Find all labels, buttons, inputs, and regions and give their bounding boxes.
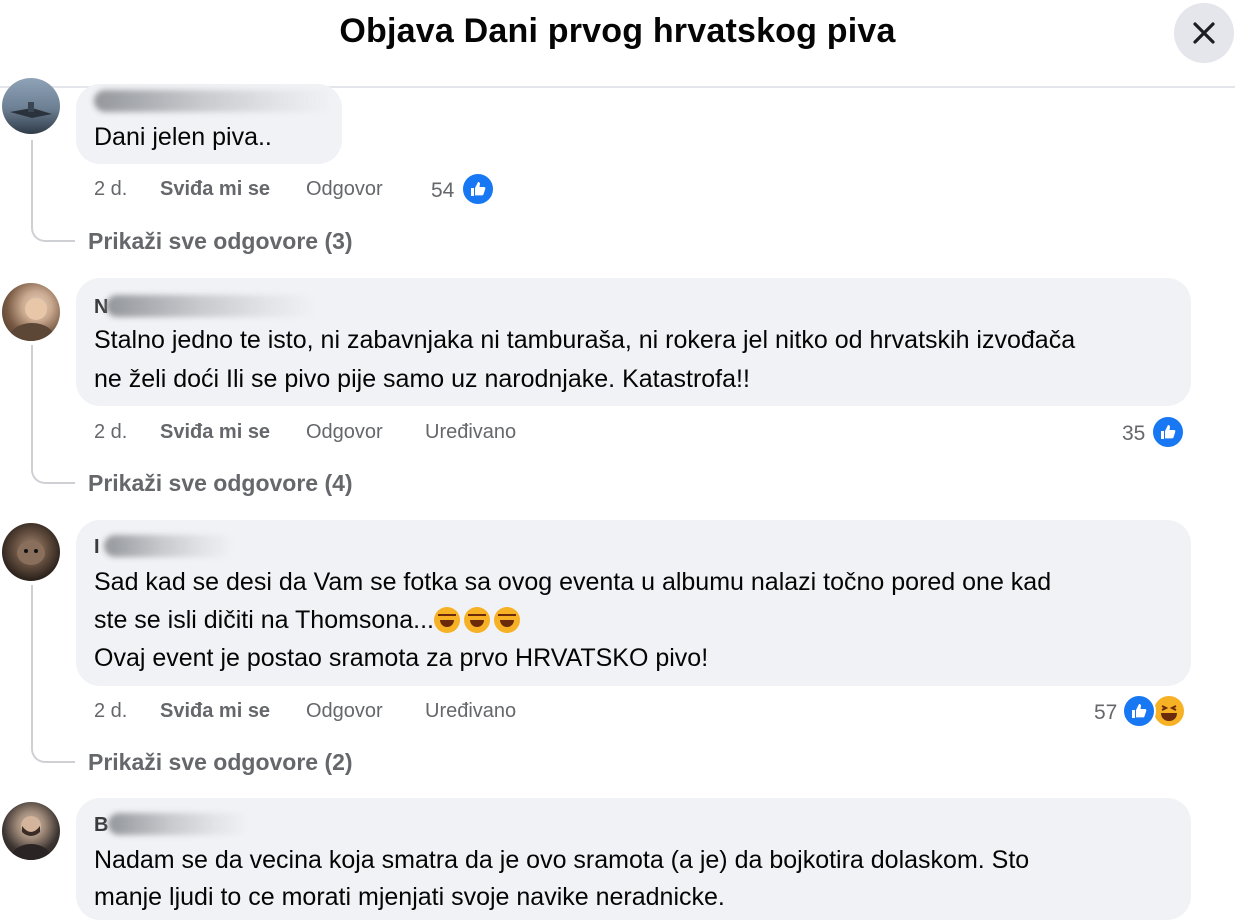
thread-line xyxy=(31,140,75,242)
reply-button[interactable]: Odgovor xyxy=(306,178,383,201)
comment-text-line-3: Ovaj event je postao sramota za prvo HRV… xyxy=(94,644,709,672)
reaction-count[interactable]: 35 xyxy=(1122,422,1145,446)
dialog-title: Objava Dani prvog hrvatskog piva xyxy=(339,12,896,50)
author-name[interactable] xyxy=(104,535,234,557)
comment-bubble: I Sad kad se desi da Vam se fotka sa ovo… xyxy=(76,520,1191,686)
avatar[interactable] xyxy=(2,523,60,581)
thread-line xyxy=(31,345,75,484)
reply-button[interactable]: Odgovor xyxy=(306,700,383,723)
like-button[interactable]: Sviđa mi se xyxy=(160,421,270,444)
comment-time[interactable]: 2 d. xyxy=(94,421,127,444)
comment-time[interactable]: 2 d. xyxy=(94,700,127,723)
edited-label[interactable]: Uređivano xyxy=(425,421,516,444)
comment-text: Dani jelen piva.. xyxy=(94,123,272,151)
comment-bubble: Dani jelen piva.. xyxy=(76,84,342,164)
like-button[interactable]: Sviđa mi se xyxy=(160,700,270,723)
comment-text-line-1: Sad kad se desi da Vam se fotka sa ovog … xyxy=(94,568,1052,596)
author-name[interactable] xyxy=(94,90,334,112)
author-initial[interactable]: B xyxy=(94,814,108,837)
thread-line xyxy=(31,585,75,763)
close-button[interactable] xyxy=(1174,3,1234,63)
reaction-count[interactable]: 57 xyxy=(1094,701,1117,725)
haha-icon xyxy=(1152,694,1186,728)
comment-text-line-2-text: ste se isli dičiti na Thomsona... xyxy=(94,606,434,634)
like-button[interactable]: Sviđa mi se xyxy=(160,178,270,201)
like-icon xyxy=(1151,415,1185,449)
avatar[interactable] xyxy=(2,78,60,134)
comment-text-line-2: manje ljudi to ce morati mjenjati svoje … xyxy=(94,883,725,911)
rolling-on-floor-laughing-emoji xyxy=(433,607,460,633)
dialog-header: Objava Dani prvog hrvatskog piva xyxy=(0,0,1235,88)
author-initial[interactable]: I xyxy=(94,536,100,559)
reaction-count[interactable]: 54 xyxy=(431,179,454,203)
avatar[interactable] xyxy=(2,802,60,860)
comment-text-line-1: Nadam se da vecina koja smatra da je ovo… xyxy=(94,846,1030,874)
rolling-on-floor-laughing-emoji xyxy=(463,607,490,633)
comment-text-line-2: ste se isli dičiti na Thomsona... xyxy=(94,601,524,639)
view-replies-link[interactable]: Prikaži sve odgovore (3) xyxy=(88,228,353,255)
reply-button[interactable]: Odgovor xyxy=(306,421,383,444)
avatar[interactable] xyxy=(2,283,60,341)
comment-time[interactable]: 2 d. xyxy=(94,178,127,201)
like-icon xyxy=(1122,694,1156,728)
rolling-on-floor-laughing-emoji xyxy=(493,607,520,633)
comment-bubble: N Stalno jedno te isto, ni zabavnjaka ni… xyxy=(76,278,1191,406)
edited-label[interactable]: Uređivano xyxy=(425,700,516,723)
comment-text-line-2: ne želi doći Ili se pivo pije samo uz na… xyxy=(94,365,750,393)
comment-text-line-1: Stalno jedno te isto, ni zabavnjaka ni t… xyxy=(94,326,1076,354)
author-name[interactable] xyxy=(108,813,248,835)
comment-bubble: B Nadam se da vecina koja smatra da je o… xyxy=(76,798,1191,920)
view-replies-link[interactable]: Prikaži sve odgovore (4) xyxy=(88,470,353,497)
author-name[interactable] xyxy=(106,295,316,317)
like-icon xyxy=(461,172,495,206)
close-icon xyxy=(1193,22,1215,44)
view-replies-link[interactable]: Prikaži sve odgovore (2) xyxy=(88,749,353,776)
